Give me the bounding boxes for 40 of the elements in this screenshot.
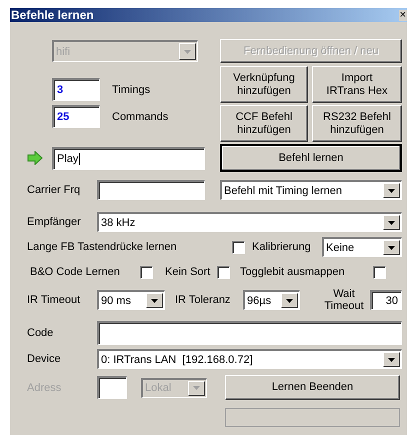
number-field[interactable]: 3 (52, 78, 100, 101)
dropdown[interactable]: Befehl mit Timing lernen (220, 180, 402, 200)
field-label: Kalibrierung (252, 241, 312, 253)
field-label: IR Timeout (27, 294, 82, 306)
dropdown[interactable]: 0: IRTrans LAN [192.168.0.72] (97, 349, 402, 369)
window-title: Befehle lernen (10, 8, 94, 22)
field-label: Empfänger (27, 216, 82, 228)
field-label: Wait Timeout (323, 288, 365, 312)
button[interactable]: Import IRTrans Hex (312, 66, 402, 103)
checkbox[interactable] (217, 266, 230, 278)
field-label: Commands (112, 110, 168, 122)
button[interactable]: Lernen Beenden (225, 375, 400, 400)
input-field[interactable] (97, 321, 402, 345)
field-label: Lange FB Tastendrücke lernen (27, 241, 178, 253)
dropdown[interactable]: 96µs (243, 290, 300, 310)
field-label: Togglebit ausmappen (240, 266, 346, 278)
arrow-icon (27, 151, 43, 165)
field-label: Code (27, 327, 54, 339)
checkbox[interactable] (140, 266, 153, 278)
field-label: Kein Sort (165, 266, 212, 278)
close-button[interactable]: × (398, 10, 407, 20)
dropdown[interactable]: 90 ms (97, 290, 165, 310)
button[interactable]: Verknüpfung hinzufügen (220, 66, 308, 103)
dropdown[interactable]: 38 kHz (97, 212, 402, 232)
field-label: Carrier Frq (27, 184, 82, 196)
input-field[interactable]: Play (52, 146, 205, 170)
dropdown[interactable]: Keine (322, 237, 402, 257)
button[interactable]: RS232 Befehl hinzufügen (312, 105, 402, 142)
field-label: Device (27, 353, 62, 365)
field-label: Timings (112, 84, 150, 96)
button[interactable]: Befehl lernen (220, 144, 402, 172)
input-field[interactable]: 30 (370, 290, 402, 310)
checkbox[interactable] (373, 266, 386, 278)
number-field[interactable]: 25 (52, 105, 100, 128)
input-field[interactable] (97, 180, 205, 200)
checkbox[interactable] (232, 240, 245, 254)
input-field[interactable] (97, 376, 127, 399)
button[interactable]: CCF Befehl hinzufügen (220, 105, 308, 142)
field-label: B&O Code Lernen (29, 266, 121, 278)
field-label: IR Toleranz (175, 294, 232, 306)
